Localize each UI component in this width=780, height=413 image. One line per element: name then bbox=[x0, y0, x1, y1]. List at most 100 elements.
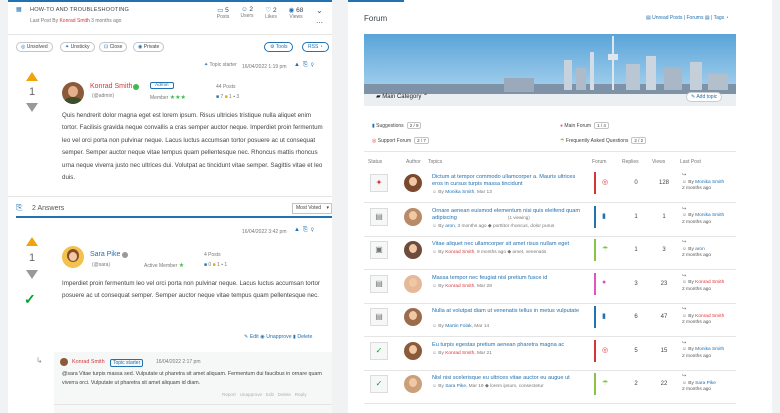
subforum-support[interactable]: ◎ Support Forum 2 / 7 bbox=[372, 137, 429, 144]
last-post-user[interactable]: Konrad Smith bbox=[695, 314, 724, 319]
avatar-konrad[interactable] bbox=[62, 82, 84, 104]
topic-row[interactable]: ▤ Ornare aenean euismod elementum nisi qu… bbox=[364, 205, 736, 237]
divider bbox=[8, 196, 332, 197]
reply-actions[interactable]: Report Unapprove Edit Delete Reply bbox=[222, 392, 307, 397]
avatar-sara[interactable] bbox=[62, 246, 84, 268]
last-post-user[interactable]: Monika Smith bbox=[695, 347, 724, 352]
avatar-konrad-small[interactable] bbox=[60, 358, 68, 366]
topic-time: Mar 14 bbox=[474, 324, 490, 329]
unsticky-label: Unsticky bbox=[70, 44, 90, 50]
more-icon[interactable]: ⋯ bbox=[316, 19, 323, 27]
author-avatar[interactable] bbox=[404, 241, 422, 259]
author-avatar[interactable] bbox=[404, 207, 422, 226]
comment-icon: ▪ bbox=[233, 94, 235, 100]
topic-author-link[interactable]: Konrad Smith bbox=[445, 351, 474, 356]
topic-title-link[interactable]: Dictum at tempor commodo ullamcorper a. … bbox=[432, 174, 582, 188]
author-avatar[interactable] bbox=[404, 274, 422, 293]
topic-row[interactable]: ▣ Vitae aliquet nec ullamcorper sit amet … bbox=[364, 239, 736, 270]
topic-author-link[interactable]: Sara Pike bbox=[445, 384, 466, 389]
last-post-user[interactable]: Konrad Smith bbox=[59, 18, 89, 24]
author-avatar[interactable] bbox=[404, 308, 422, 326]
last-post-user[interactable]: aron bbox=[695, 247, 705, 252]
subforum-main[interactable]: ● Main Forum 1 / 4 bbox=[560, 122, 609, 129]
subforum-suggestions[interactable]: ▮ Suggestions 2 / 9 bbox=[372, 122, 422, 129]
forum-icon[interactable]: ☂ bbox=[602, 379, 608, 387]
subforum-faq[interactable]: ☂ Frequently Asked Questions 2 / 2 bbox=[560, 137, 647, 144]
unsticky-toggle[interactable]: ✦ Unsticky bbox=[60, 42, 95, 52]
vote-down-button[interactable] bbox=[26, 270, 38, 279]
vote-down-button[interactable] bbox=[26, 103, 38, 112]
topic-row[interactable]: ▤ Nulla at volutpat diam ut venenatis tel… bbox=[364, 306, 736, 337]
forum-icon[interactable]: ◎ bbox=[602, 346, 608, 354]
topic-row[interactable]: ▤ Massa tempor nec feugiat nisl pretium f… bbox=[364, 272, 736, 304]
forums-link[interactable]: Forums bbox=[687, 15, 704, 21]
post-actions-icons[interactable]: ▲⎘⚲ bbox=[294, 62, 317, 69]
forum-icon[interactable]: ▮ bbox=[602, 212, 606, 220]
reply-author[interactable]: Konrad Smith bbox=[72, 359, 105, 365]
topic-row[interactable]: ✦ Dictum at tempor commodo ullamcorper a.… bbox=[364, 172, 736, 203]
topic-row[interactable]: ✓ Eu turpis egestas pretium aenean pharet… bbox=[364, 339, 736, 371]
topic-title-link[interactable]: Nulla at volutpat diam ut venenatis tell… bbox=[432, 308, 582, 315]
forum-icon[interactable]: ● bbox=[602, 279, 606, 286]
topic-title-link[interactable]: Ornare aenean euismod elementum nisi qui… bbox=[432, 208, 582, 222]
last-post-user[interactable]: Monika Smith bbox=[695, 213, 724, 218]
edit-icon: ✎ bbox=[691, 94, 696, 100]
member-rank-label: Active Member bbox=[144, 263, 178, 269]
user-icon: ☺ bbox=[682, 179, 687, 185]
posts-icon: ▭ bbox=[217, 7, 224, 14]
topic-title-link[interactable]: Vitae aliquet nec ullamcorper sit amet r… bbox=[432, 241, 582, 248]
topic-title[interactable]: HOW-TO AND TROUBLESHOOTING bbox=[30, 7, 129, 13]
rss-button[interactable]: RSS ◔ bbox=[302, 42, 329, 52]
unapprove-link[interactable]: Unapprove bbox=[266, 334, 291, 340]
post-count: 4 Posts bbox=[204, 252, 221, 258]
topic-author-link[interactable]: Konrad Smith bbox=[445, 284, 474, 289]
topic-title-link[interactable]: Eu turpis egestas pretium aenean pharetr… bbox=[432, 342, 582, 349]
add-topic-button[interactable]: ✎ Add topic bbox=[686, 92, 723, 102]
forum-icon[interactable]: ◎ bbox=[602, 178, 608, 186]
topic-title-link[interactable]: Nisl nisi scelerisque eu ultrices vitae … bbox=[432, 375, 582, 382]
best-answer-check-icon[interactable]: ✓ bbox=[24, 291, 36, 308]
forum-icon[interactable]: ☂ bbox=[602, 245, 608, 253]
category-label[interactable]: ▰ Main Category ⌃ bbox=[376, 93, 428, 100]
unsolved-toggle[interactable]: ◎ Unsolved bbox=[16, 42, 53, 52]
author-avatar[interactable] bbox=[404, 174, 422, 192]
close-toggle[interactable]: ⊡ Close bbox=[99, 42, 128, 52]
private-toggle[interactable]: ◉ Private bbox=[133, 42, 165, 52]
chevron-down-icon[interactable]: ⌄ bbox=[316, 6, 323, 15]
last-post-user[interactable]: Konrad Smith bbox=[695, 280, 724, 285]
topic-author-link[interactable]: Martin Folak bbox=[445, 324, 471, 329]
author-name[interactable]: Sara Pike bbox=[90, 251, 120, 258]
view-count: 15 bbox=[660, 347, 668, 354]
topic-row[interactable]: ✓ Nisl nisi scelerisque eu ultrices vitae… bbox=[364, 373, 736, 404]
topic-tags[interactable]: lorem ipsum, consectetur bbox=[490, 384, 544, 389]
reply-icon: ↪ bbox=[682, 374, 687, 379]
forum-icon[interactable]: ▮ bbox=[602, 312, 606, 320]
topic-tags[interactable]: amet, venenatis bbox=[512, 250, 546, 255]
subforum-name: Frequently Asked Questions bbox=[565, 138, 629, 144]
tags-link[interactable]: Tags bbox=[714, 15, 725, 21]
last-post-user[interactable]: Monika Smith bbox=[695, 180, 724, 185]
stat-likes-label: Likes bbox=[265, 14, 277, 20]
author-avatar[interactable] bbox=[404, 375, 422, 393]
views-icon: ◉ bbox=[288, 7, 295, 14]
delete-link[interactable]: Delete bbox=[297, 334, 312, 340]
eye-icon: ◉ bbox=[138, 44, 143, 50]
topic-author-link[interactable]: Monika Smith bbox=[445, 190, 474, 195]
edit-link[interactable]: Edit bbox=[250, 334, 259, 340]
topic-author-link[interactable]: Konrad Smith bbox=[445, 250, 474, 255]
topic-title-link[interactable]: Massa tempor nec feugiat nisl pretium fu… bbox=[432, 275, 582, 282]
topic-meta: ☺ By Konrad Smith, 9 months ago ◆ amet, … bbox=[432, 250, 547, 255]
view-count: 22 bbox=[660, 381, 668, 387]
topic-tags[interactable]: porttitor rhoncus, dolor purus bbox=[493, 224, 554, 229]
vote-up-button[interactable] bbox=[26, 237, 38, 246]
unread-posts-link[interactable]: Unread Posts bbox=[652, 15, 682, 21]
vote-up-button[interactable] bbox=[26, 72, 38, 81]
private-label: Private bbox=[143, 44, 160, 50]
topic-author-link[interactable]: aron bbox=[445, 224, 455, 229]
author-avatar[interactable] bbox=[404, 341, 422, 360]
tools-button[interactable]: ⚙ Tools bbox=[264, 42, 294, 52]
post-actions-icons[interactable]: ▲⎘⚲ bbox=[294, 227, 317, 234]
author-name[interactable]: Konrad Smith bbox=[90, 83, 132, 90]
last-post-user[interactable]: Sara Pike bbox=[695, 381, 716, 386]
sort-select[interactable]: Most Voted ▾ bbox=[292, 203, 332, 214]
